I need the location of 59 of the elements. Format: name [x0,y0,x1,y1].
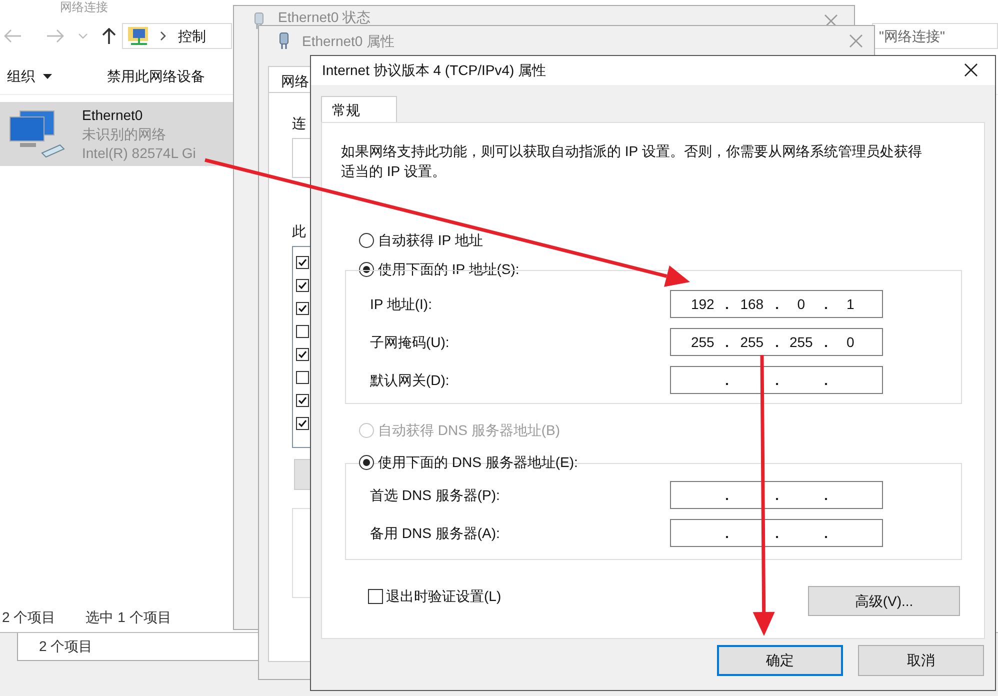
checkbox[interactable] [296,325,309,338]
field-label: IP 地址(I): [370,294,433,314]
section-label: 连 [292,114,306,133]
organize-menu[interactable]: 组织 [7,66,107,87]
field-label: 首选 DNS 服务器(P): [370,486,501,505]
status-text: 选中 1 个项目 [86,608,172,626]
radio-button[interactable] [359,455,374,470]
checkmark-icon [298,396,307,405]
network-adapter-icon [279,32,289,50]
checkbox[interactable] [296,302,309,315]
tab[interactable]: 常规 [321,96,397,122]
radio-button[interactable] [359,233,374,248]
window-title: Ethernet0 属性 [302,32,395,51]
adapter-item[interactable]: Ethernet0 未识别的网络 Intel(R) 82574L Gi [0,102,233,166]
adapter-name: Ethernet0 [82,106,144,124]
checkbox[interactable] [296,348,309,361]
ip-address-field[interactable]: 255 255 255 0 [670,328,883,356]
chevron-icon [160,31,166,41]
description-text: 如果网络支持此功能，则可以获取自动指派的 IP 设置。否则，你需要从网络系统管理员处获得适当的 IP 设置。 [341,142,923,181]
adapter-device: Intel(R) 82574L Gi [82,144,196,162]
checkbox-label: 退出时验证设置(L) [386,587,502,606]
toolbar-button[interactable]: 禁用此网络设备 [107,66,205,87]
checkbox[interactable] [296,256,309,269]
advanced-button[interactable]: 高级(V)... [808,586,960,616]
checkmark-icon [298,304,307,313]
adapter-status: 未识别的网络 [82,124,167,144]
address-bar[interactable]: 控制 [122,23,232,49]
ip-address-field[interactable] [670,519,883,547]
ip-address-field[interactable] [670,366,883,394]
caret-icon [43,74,52,79]
checkmark-icon [298,419,307,428]
radio-label: 自动获得 IP 地址 [378,231,483,250]
checkbox[interactable] [368,589,383,604]
field-label: 子网掩码(U): [370,332,450,352]
up-icon[interactable] [102,28,116,44]
checkmark-icon [298,258,307,267]
ip-address-field[interactable]: 192 168 0 1 [670,290,883,318]
close-icon[interactable] [964,63,978,77]
field-label: 备用 DNS 服务器(A): [370,524,501,543]
radio-button[interactable] [359,262,374,277]
checkmark-icon [298,350,307,359]
checkbox[interactable] [296,279,309,292]
field-label: 默认网关(D): [370,370,450,390]
dialog-button[interactable]: 取消 [858,645,984,676]
address-text: 控制 [178,26,206,46]
checkbox[interactable] [296,394,309,407]
checkmark-icon [298,281,307,290]
dialog-button[interactable]: 确定 [717,645,843,676]
window-title: Ethernet0 状态 [278,9,371,25]
search-field[interactable]: "网络连接" [872,23,998,49]
section-label: 此 [292,222,306,241]
checkbox[interactable] [296,371,309,384]
window-title: 网络连接 [60,1,108,13]
checkbox[interactable] [296,417,309,430]
status-text: 2 个项目 [39,637,93,656]
status-text: 2 个项目 [2,608,56,626]
ip-address-field[interactable] [670,481,883,509]
radio-label: 自动获得 DNS 服务器地址(B) [378,421,560,440]
radio-label: 使用下面的 DNS 服务器地址(E): [378,453,578,472]
